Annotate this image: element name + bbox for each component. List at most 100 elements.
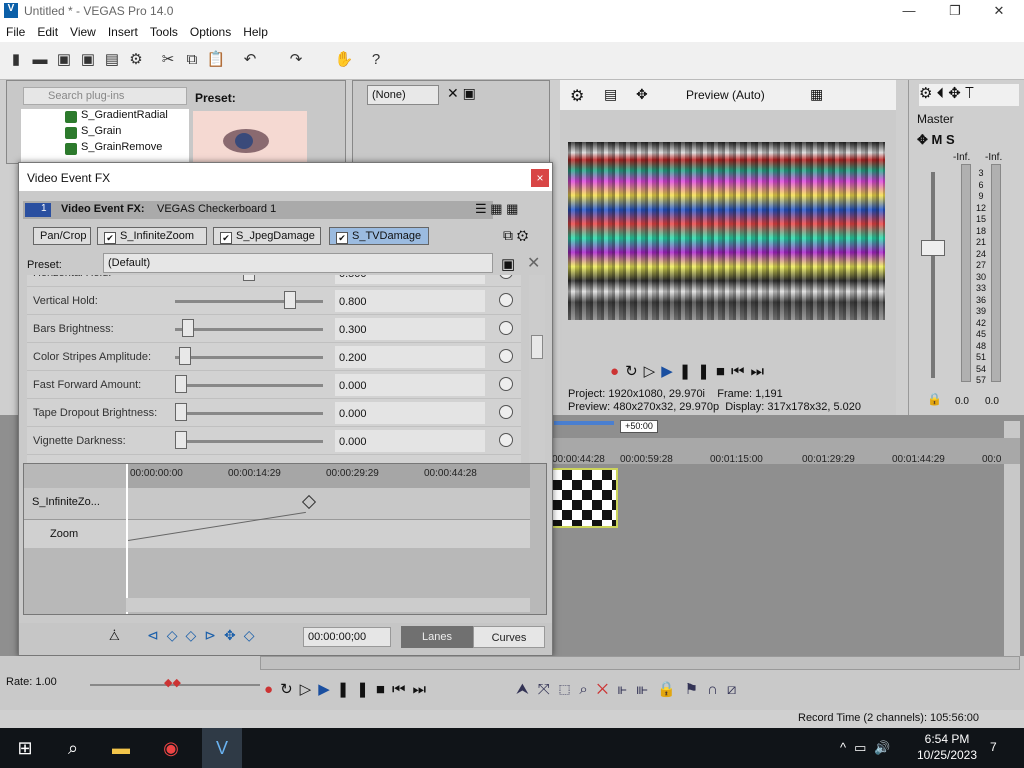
- play-icon[interactable]: ▶: [661, 363, 679, 380]
- save-as-icon[interactable]: ▣: [78, 50, 98, 70]
- timeline-hscroll[interactable]: [260, 656, 1020, 670]
- record-icon[interactable]: ●: [610, 363, 625, 380]
- param-value-input[interactable]: 0.200: [335, 346, 485, 368]
- help-icon[interactable]: ?: [366, 50, 386, 70]
- redo-icon[interactable]: ↷: [286, 50, 306, 70]
- animate-clock-icon[interactable]: [499, 405, 513, 419]
- mute-button[interactable]: M: [932, 132, 943, 147]
- kf-hscroll[interactable]: [126, 598, 530, 612]
- preview-settings-icon[interactable]: ⚙: [570, 86, 584, 106]
- stop-icon[interactable]: ■: [716, 363, 731, 380]
- grid-icon[interactable]: ▦: [810, 86, 823, 103]
- render-icon[interactable]: ▤: [102, 50, 122, 70]
- preview-quality-dropdown[interactable]: Preview (Auto): [686, 88, 765, 102]
- view-mode-icons[interactable]: ☰ ▦ ▦: [475, 201, 547, 219]
- lock-icon[interactable]: 🔒: [927, 392, 942, 406]
- timeline-ruler[interactable]: 00:00:44:28 00:00:59:28 00:01:15:00 00:0…: [550, 438, 1020, 465]
- trimmer-dropdown[interactable]: (None): [367, 85, 439, 105]
- menu-tools[interactable]: Tools: [144, 22, 184, 39]
- param-slider-thumb[interactable]: [175, 403, 187, 421]
- dialog-close-button[interactable]: ×: [531, 169, 549, 187]
- menu-insert[interactable]: Insert: [102, 22, 144, 39]
- param-slider-track[interactable]: [175, 328, 323, 331]
- param-slider-thumb[interactable]: [175, 431, 187, 449]
- copy-icon[interactable]: ⧉: [182, 50, 202, 70]
- marker-icon[interactable]: ⚑: [685, 681, 707, 698]
- windows-start-icon[interactable]: ⊞: [12, 736, 38, 760]
- menu-help[interactable]: Help: [237, 22, 274, 39]
- animate-clock-icon[interactable]: [499, 293, 513, 307]
- checkbox-icon[interactable]: ✔: [336, 232, 348, 244]
- fx-chain-tools-icon[interactable]: ⧉ ⚙: [503, 227, 528, 244]
- keyframe-ruler[interactable]: 00:00:00:00 00:00:14:29 00:00:29:29 00:0…: [126, 464, 530, 488]
- plugin-item[interactable]: S_Grain: [21, 125, 189, 141]
- param-slider-thumb[interactable]: [283, 291, 296, 309]
- delete-icon[interactable]: ✕: [597, 681, 617, 698]
- undo-icon[interactable]: ↶: [240, 50, 260, 70]
- trimmer-tools-icon[interactable]: ✕ ▣: [447, 85, 476, 102]
- paste-icon[interactable]: 📋: [206, 50, 226, 70]
- selection-tool-icon[interactable]: ⬚: [559, 681, 580, 698]
- loop-region-bar[interactable]: [554, 421, 614, 425]
- param-slider-track[interactable]: [175, 384, 323, 387]
- envelope-tool-icon[interactable]: ⤧: [538, 681, 559, 698]
- keyframe-timecode[interactable]: 00:00:00;00: [303, 627, 391, 647]
- menu-options[interactable]: Options: [184, 22, 237, 39]
- clock-date[interactable]: 10/25/2023: [912, 748, 982, 762]
- system-tray-icons[interactable]: ^▭🔊: [840, 740, 899, 756]
- loop-icon[interactable]: ↻: [625, 363, 644, 380]
- animate-clock-icon[interactable]: [499, 349, 513, 363]
- params-scrollbar[interactable]: [529, 275, 545, 463]
- normal-edit-tool-icon[interactable]: ⮝: [516, 681, 538, 698]
- keyframe-track[interactable]: S_InfiniteZo...: [24, 488, 530, 520]
- overlays-icon[interactable]: ✥: [636, 86, 648, 103]
- pause-icon[interactable]: ❚❚: [337, 681, 376, 698]
- search-icon[interactable]: ⌕: [60, 736, 86, 760]
- animate-clock-icon[interactable]: [499, 275, 513, 279]
- snapping-icon[interactable]: ∩: [707, 681, 727, 698]
- param-value-input[interactable]: 0.300: [335, 318, 485, 340]
- checkerboard-event-clip[interactable]: [550, 468, 618, 528]
- param-slider-track[interactable]: [175, 440, 323, 443]
- close-button[interactable]: ✕: [976, 0, 1022, 22]
- checkbox-icon[interactable]: ✔: [104, 232, 116, 244]
- animate-clock-icon[interactable]: [499, 377, 513, 391]
- solo-button[interactable]: S: [946, 132, 955, 147]
- plugin-search-input[interactable]: Search plug-ins: [23, 87, 187, 105]
- animate-clock-icon[interactable]: [499, 433, 513, 447]
- record-icon[interactable]: ●: [264, 681, 280, 698]
- auto-ripple-icon[interactable]: ⧄: [727, 681, 746, 698]
- param-slider-thumb[interactable]: [243, 275, 255, 281]
- param-slider-track[interactable]: [175, 356, 323, 359]
- preset-dropdown[interactable]: (Default): [103, 253, 493, 273]
- param-value-input[interactable]: 0.800: [335, 290, 485, 312]
- rate-slider-thumb[interactable]: ◆◆: [164, 676, 181, 689]
- cut-icon[interactable]: ✂: [158, 50, 178, 70]
- param-value-input[interactable]: 0.500: [335, 275, 485, 284]
- lanes-button[interactable]: Lanes: [401, 626, 473, 648]
- menu-edit[interactable]: Edit: [31, 22, 64, 39]
- chain-infinitezoom[interactable]: ✔ S_InfiniteZoom: [97, 227, 207, 245]
- chain-tvdamage[interactable]: ✔ S_TVDamage: [329, 227, 429, 245]
- animate-clock-icon[interactable]: [499, 321, 513, 335]
- new-icon[interactable]: ▮: [6, 50, 26, 70]
- pause-icon[interactable]: ❚❚: [679, 363, 716, 380]
- sync-cursor-icon[interactable]: ⧊: [109, 629, 120, 644]
- notification-count[interactable]: 7: [990, 740, 997, 754]
- main-transport-controls[interactable]: ●↻▷▶❚❚■⏮⏭: [264, 680, 433, 698]
- minimize-button[interactable]: —: [886, 0, 932, 22]
- next-frame-icon[interactable]: ⏭: [750, 363, 770, 380]
- split-icon[interactable]: ⊪: [636, 681, 657, 698]
- save-icon[interactable]: ▣: [54, 50, 74, 70]
- play-icon[interactable]: ▶: [318, 681, 337, 698]
- play-from-start-icon[interactable]: ▷: [644, 363, 662, 380]
- go-to-end-icon[interactable]: ⏭: [412, 681, 433, 698]
- param-slider-track[interactable]: [175, 300, 323, 303]
- properties-gear-icon[interactable]: ⚙: [126, 50, 146, 70]
- plugin-item[interactable]: S_GradientRadial: [21, 109, 189, 125]
- chrome-icon[interactable]: ◉: [158, 736, 184, 760]
- param-value-input[interactable]: 0.000: [335, 374, 485, 396]
- param-slider-thumb[interactable]: [181, 319, 194, 337]
- param-value-input[interactable]: 0.000: [335, 402, 485, 424]
- trim-icon[interactable]: ⊩: [617, 681, 636, 698]
